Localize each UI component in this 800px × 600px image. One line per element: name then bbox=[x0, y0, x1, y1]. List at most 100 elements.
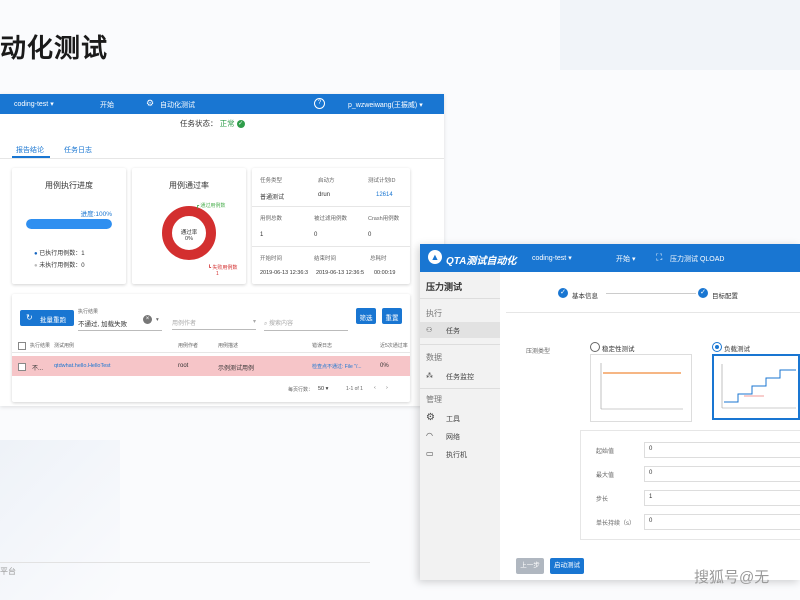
progress-fill bbox=[26, 219, 112, 229]
start-menu[interactable]: 开始 bbox=[100, 100, 114, 110]
step-1-label: 基本信息 bbox=[572, 293, 598, 300]
stability-radio[interactable] bbox=[590, 342, 600, 352]
table-row[interactable]: 不... qtdwhat.hello.HelloTest root 示例测试用例… bbox=[12, 356, 410, 376]
total-time: 00:00:19 bbox=[374, 270, 396, 276]
max-value-label: 最大值 bbox=[596, 473, 615, 479]
step-size-label: 步长 bbox=[596, 497, 609, 503]
stability-preview-card[interactable] bbox=[590, 354, 692, 422]
task-icon: ⚇ bbox=[426, 327, 433, 334]
info-header: 结束时间 bbox=[314, 256, 337, 262]
project-selector[interactable]: coding-test ▾ bbox=[14, 100, 54, 108]
tab-log[interactable]: 任务日志 bbox=[64, 145, 92, 155]
batch-rerun-button[interactable]: ↻ 批量重跑 bbox=[20, 310, 74, 326]
start-test-button[interactable]: 启动测试 bbox=[550, 558, 584, 574]
step-connector bbox=[606, 293, 696, 294]
step-2-label: 目标配置 bbox=[712, 293, 738, 300]
donut-center-value: 0% bbox=[185, 236, 193, 242]
col-header-rate: 近5次通过率 bbox=[380, 343, 408, 349]
info-header: 启动方 bbox=[318, 178, 335, 184]
sidebar-section-data: 数据 bbox=[426, 353, 442, 362]
progress-card-title: 用例执行进度 bbox=[45, 181, 93, 190]
step-duration-label: 单长持续（s） bbox=[596, 521, 636, 527]
pass-rate-card: 用例通过率 通过率 0% ┏ 通过用例数 ┗ 失败用例数 1 bbox=[132, 168, 246, 284]
clear-icon[interactable]: × bbox=[143, 315, 152, 324]
col-header-log: 错误日志 bbox=[312, 343, 333, 349]
stability-radio-label: 稳定性测试 bbox=[602, 346, 635, 353]
sidebar-item-executor[interactable]: ▭ 执行机 bbox=[420, 446, 500, 462]
col-header-desc: 用例描述 bbox=[218, 343, 239, 349]
step-2-check-icon: ✓ bbox=[698, 288, 708, 298]
start-menu[interactable]: 开始 ▾ bbox=[616, 254, 635, 264]
sidebar-title: 压力测试 bbox=[426, 282, 463, 292]
task-status-label: 任务状态： bbox=[180, 119, 218, 128]
sidebar-item-tools[interactable]: ⚙ 工具 bbox=[420, 410, 500, 426]
sidebar-item-task[interactable]: ⚇ 任务 bbox=[420, 322, 500, 338]
laptop-icon: ▭ bbox=[426, 449, 434, 458]
step-duration-input[interactable]: 0 bbox=[644, 514, 800, 530]
qta-window: ▲ QTA测试自动化 coding-test ▾ 开始 ▾ ⛶ 压力测试 QLO… bbox=[420, 244, 800, 580]
author-select[interactable]: 用例作者 ▾ bbox=[172, 318, 256, 330]
next-page-icon[interactable]: › bbox=[386, 385, 388, 391]
load-step-line bbox=[724, 369, 796, 403]
cell-desc: 示例测试用例 bbox=[218, 366, 255, 372]
sidebar-section-manage: 管理 bbox=[426, 395, 442, 404]
page-range: 1-1 of 1 bbox=[346, 386, 363, 392]
step-size-input[interactable]: 1 bbox=[644, 490, 800, 506]
sidebar-item-monitor[interactable]: ⁂ 任务监控 bbox=[420, 368, 500, 384]
cell-log-link[interactable]: 检查点不通过: File "/... bbox=[312, 363, 362, 370]
per-page-select[interactable]: 50 ▾ bbox=[318, 386, 328, 392]
info-value: 1 bbox=[260, 232, 264, 238]
end-time: 2019-06-13 12:36:5 bbox=[316, 270, 365, 276]
project-selector[interactable]: coding-test ▾ bbox=[532, 254, 572, 262]
info-header: 测试计划ID bbox=[368, 178, 396, 184]
info-header: 用例总数 bbox=[260, 216, 283, 222]
cell-result: 不... bbox=[32, 366, 44, 372]
load-radio-label: 负载测试 bbox=[724, 346, 750, 353]
background-shape bbox=[0, 440, 120, 600]
donut-center-label: 通过率 bbox=[180, 230, 198, 236]
chevron-down-icon[interactable]: ▾ bbox=[156, 317, 159, 323]
refresh-icon: ↻ bbox=[26, 313, 33, 322]
qta-logo-icon: ▲ bbox=[428, 250, 442, 264]
progress-text: 进度:100% bbox=[80, 211, 112, 218]
search-input[interactable]: ⌕ 搜索内容 bbox=[264, 318, 348, 331]
qload-menu[interactable]: 压力测试 QLOAD bbox=[670, 254, 724, 264]
prev-page-icon[interactable]: ‹ bbox=[374, 385, 376, 391]
sidebar-item-network[interactable]: ◠ 网络 bbox=[420, 428, 500, 444]
row-checkbox[interactable] bbox=[18, 363, 26, 371]
test-plan-link[interactable]: 12614 bbox=[376, 192, 393, 198]
progress-bar bbox=[26, 219, 112, 229]
load-radio[interactable] bbox=[712, 342, 722, 352]
reset-button[interactable]: 重置 bbox=[382, 308, 402, 324]
max-value-input[interactable]: 0 bbox=[644, 466, 800, 482]
progress-card: 用例执行进度 进度:100% ● 已执行用例数：1 ● 未执行用例数：0 bbox=[12, 168, 126, 284]
tab-divider bbox=[0, 158, 444, 159]
chevron-down-icon: ▾ bbox=[252, 319, 256, 325]
col-header-author: 用例作者 bbox=[178, 343, 199, 349]
pass-rate-title: 用例通过率 bbox=[169, 181, 209, 190]
filter-button[interactable]: 筛选 bbox=[356, 308, 376, 324]
check-icon: ✓ bbox=[236, 120, 245, 129]
load-preview-chart bbox=[721, 364, 796, 409]
cell-author: root bbox=[178, 363, 189, 369]
stability-preview-chart bbox=[600, 363, 683, 410]
help-icon[interactable]: ? bbox=[314, 98, 325, 109]
stepper: ✓ 基本信息 ✓ 目标配置 bbox=[506, 276, 800, 313]
divider bbox=[420, 298, 500, 299]
divider bbox=[420, 388, 500, 389]
start-value-input[interactable]: 0 bbox=[644, 442, 800, 458]
info-header: 被过滤用例数 bbox=[314, 216, 348, 222]
slide-footer: 平台 bbox=[0, 567, 16, 576]
auto-test-menu[interactable]: 自动化测试 bbox=[160, 100, 195, 110]
user-menu[interactable]: p_wzweiwang(王振威) ▾ bbox=[348, 100, 423, 110]
results-panel: ↻ 批量重跑 执行结果 不通过, 加载失败 × ▾ 用例作者 ▾ ⌕ 搜索内容 筛… bbox=[12, 294, 410, 402]
divider bbox=[420, 344, 500, 345]
cell-case-link[interactable]: qtdwhat.hello.HelloTest bbox=[54, 363, 111, 369]
load-preview-card[interactable] bbox=[712, 354, 800, 420]
select-all-checkbox[interactable] bbox=[18, 342, 26, 350]
col-header-result: 执行结果 bbox=[30, 343, 51, 349]
wifi-icon: ◠ bbox=[426, 431, 433, 440]
tab-report[interactable]: 报告结论 bbox=[16, 145, 44, 155]
slide-title: 动化测试 bbox=[0, 33, 109, 63]
prev-step-button[interactable]: 上一步 bbox=[516, 558, 544, 574]
